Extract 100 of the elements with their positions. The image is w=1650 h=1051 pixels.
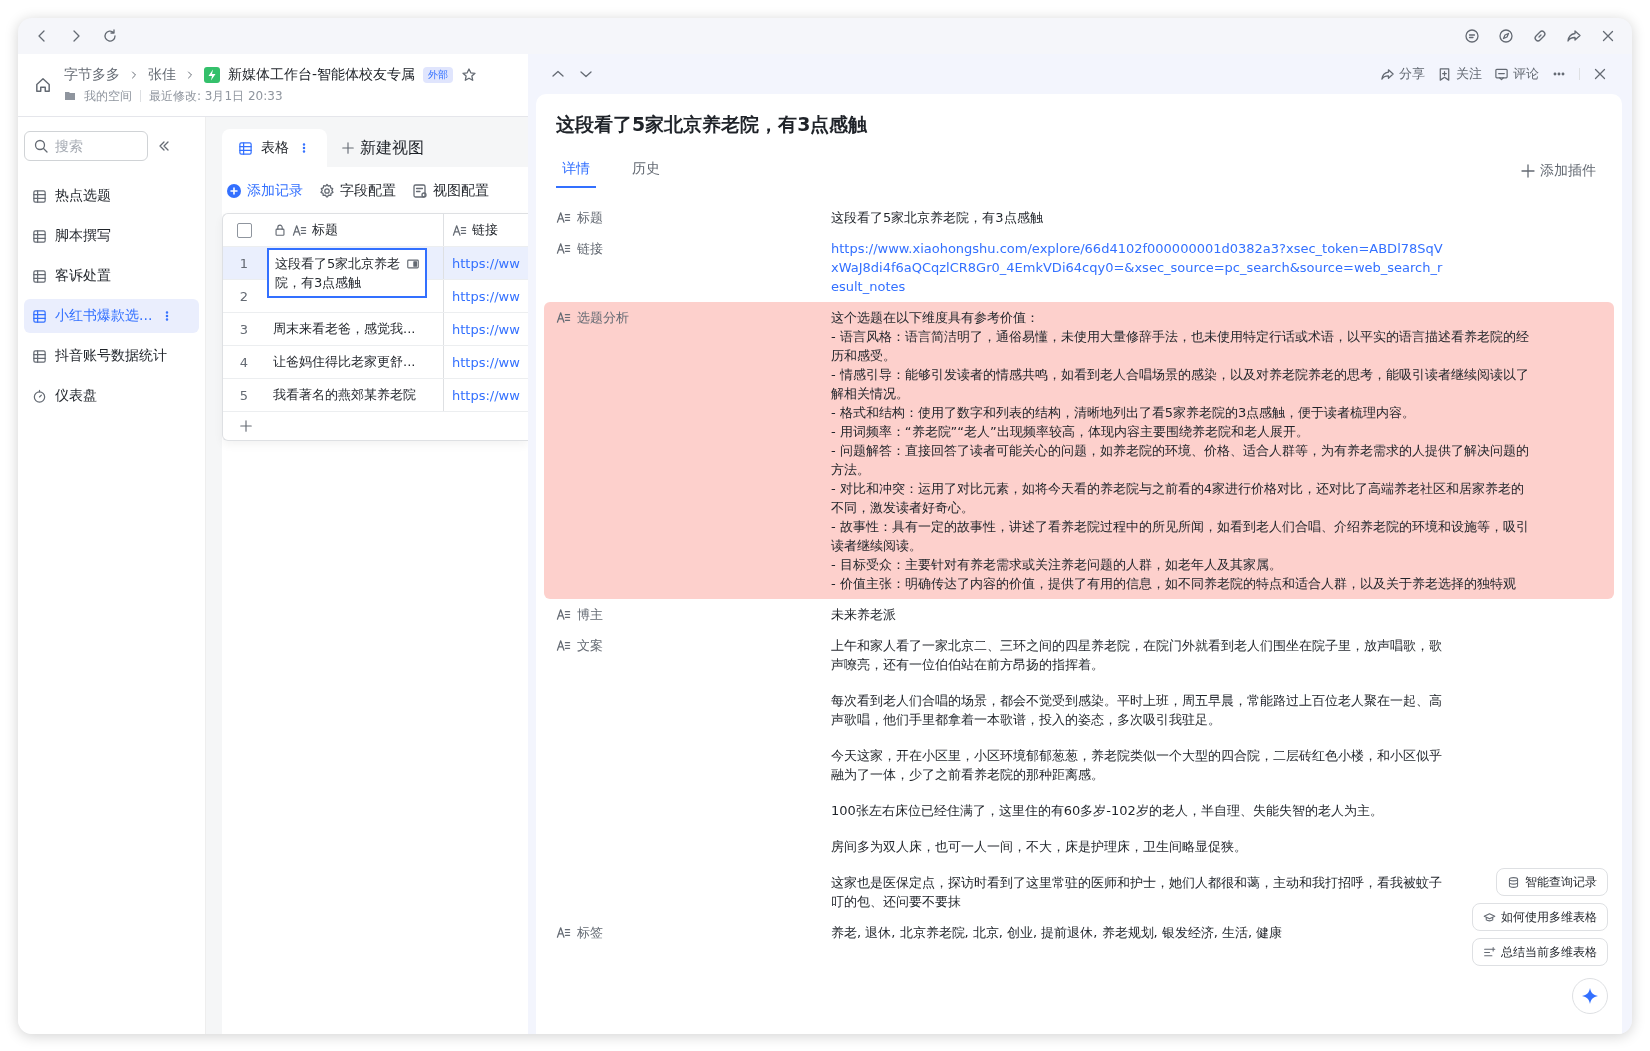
new-view-button[interactable]: 新建视图 <box>341 137 424 159</box>
text-field-icon <box>292 222 307 238</box>
comment-icon <box>1494 66 1509 82</box>
detail-tab[interactable]: 详情 <box>556 159 596 188</box>
view-tab[interactable]: 表格 <box>222 129 327 167</box>
action-button[interactable]: 分享 <box>1380 65 1425 83</box>
field-value: - 情感引导：能够引发读者的情感共鸣，如看到老人合唱场景的感染，以及对养老院养老的思考，能吸引读者继续阅读以了解相关情况。 <box>831 366 1530 403</box>
sidebar-item[interactable]: 小红书爆款选... <box>24 299 199 333</box>
field-value: - 问题解答：直接回答了读者可能关心的问题，如养老院的环境、价格、适合人群等，为有养老需求的人提供了解决问题的方法。 <box>831 442 1530 479</box>
row-number: 3 <box>239 321 249 337</box>
sidebar-item[interactable]: 仪表盘 <box>24 379 199 413</box>
text-field-icon <box>556 210 571 225</box>
folder-icon <box>64 90 76 102</box>
close-icon <box>1592 66 1608 82</box>
assistant-button[interactable]: 如何使用多维表格 <box>1472 903 1608 931</box>
field-label: 文案 <box>577 637 603 655</box>
table-icon <box>32 308 47 324</box>
breadcrumb-link[interactable]: 张佳 <box>148 65 176 84</box>
column-header: 标题 <box>312 221 338 239</box>
add-row-icon <box>239 419 253 433</box>
action-button[interactable]: 评论 <box>1494 65 1539 83</box>
field-value: 未来养老派 <box>831 606 897 624</box>
search-field[interactable]: 搜索 <box>24 131 148 161</box>
text-field-icon <box>556 607 571 622</box>
refresh-icon <box>102 28 118 44</box>
link-cell[interactable]: https://ww <box>452 288 520 304</box>
field-value: 每次看到老人们合唱的场景，都会不觉受到感染。平时上班，周五早晨，常能路过上百位老人聚在一起、高声歌唱，他们手里都拿着一本歌谱，投入的姿态，多次吸引我驻足。 <box>831 692 1443 729</box>
field-value: - 对比和冲突：运用了对比元素，如将今天看的养老院与之前看的4家进行价格对比，还对比了高端养老社区和居家养老的不同，激发读者好奇心。 <box>831 480 1526 517</box>
table-icon <box>32 228 47 244</box>
close-icon <box>1600 28 1616 44</box>
field-value: 100张左右床位已经住满了，这里住的有60多岁-102岁的老人，半自理、失能失智的老人为主。 <box>831 802 1384 820</box>
table-cell: 我看著名的燕郊某养老院 <box>273 386 416 404</box>
cap-icon <box>1483 910 1496 924</box>
summary-icon <box>1483 945 1496 959</box>
table-cell: 让爸妈住得比老家更舒... <box>273 353 416 371</box>
table-icon <box>32 348 47 364</box>
field-label: 标题 <box>577 209 603 227</box>
lock-icon <box>273 223 287 237</box>
breadcrumb-link[interactable]: 字节多多 <box>64 65 120 84</box>
link-cell[interactable]: https://ww <box>452 354 520 370</box>
row-number: 1 <box>239 255 249 271</box>
row-number: 5 <box>239 387 249 403</box>
sidebar-item[interactable]: 热点选题 <box>24 179 199 213</box>
text-field-icon <box>556 638 571 653</box>
cell-editor[interactable]: 这段看了5家北京养老院，有3点感触 <box>267 248 427 298</box>
sparkle-icon <box>1581 987 1599 1005</box>
text-field-icon <box>556 925 571 940</box>
action-button[interactable]: 关注 <box>1437 65 1482 83</box>
field-label: 选题分析 <box>577 309 629 327</box>
table-icon <box>32 188 47 204</box>
external-badge: 外部 <box>423 66 454 83</box>
share-icon <box>1380 66 1395 82</box>
toolbar-button[interactable]: 字段配置 <box>319 182 396 200</box>
breadcrumb-link[interactable]: 新媒体工作台-智能体校友专属 <box>228 65 416 84</box>
home-icon <box>34 76 52 94</box>
field-value: - 目标受众：主要针对有养老需求或关注养老问题的人群，如老年人及其家属。 <box>831 556 1283 574</box>
comment-icon <box>1464 28 1480 44</box>
add-icon <box>226 183 242 199</box>
field-value: 养老, 退休, 北京养老院, 北京, 创业, 提前退休, 养老规划, 银发经济, 生活, 健康 <box>831 924 1284 942</box>
assistant-button[interactable]: 总结当前多维表格 <box>1472 938 1608 966</box>
column-header: 链接 <box>472 221 498 239</box>
location-text: 我的空间 <box>84 87 132 105</box>
table-icon <box>238 140 253 156</box>
link-cell[interactable]: https://ww <box>452 255 520 271</box>
field-value: - 用词频率：“养老院”“老人”出现频率较高，体现内容主要围绕养老院和老人展开。 <box>831 423 1310 441</box>
field-label: 标签 <box>577 924 603 942</box>
sidebar-item[interactable]: 脚本撰写 <box>24 219 199 253</box>
field-value: 这家也是医保定点，探访时看到了这里常驻的医师和护士，她们人都很和蔼，主动和我打招呼，看我被蚊子叮的包、还问要不要抹 <box>831 874 1443 911</box>
sidebar-item[interactable]: 客诉处置 <box>24 259 199 293</box>
modified-time: 最近修改: 3月1日 20:33 <box>149 87 283 105</box>
search-icon <box>33 138 49 154</box>
star-icon <box>461 66 478 83</box>
link-cell[interactable]: https://ww <box>452 387 520 403</box>
field-value: 上午和家人看了一家北京二、三环之间的四星养老院，在院门外就看到老人们围坐在院子里，放声唱歌，歌声嘹亮，还有一位伯伯站在前方昂扬的指挥着。 <box>831 637 1443 674</box>
assistant-button[interactable]: 智能查询记录 <box>1496 868 1608 896</box>
link[interactable]: https://www.xiaohongshu.com/explore/66d4102f000000001d0382a3?xsec_token=ABDl78SqVxWaJ8di4f6aQCqzlCR8Gr0_4EmkVDi64cqy0=&xsec_source=pc_search&source=web_search_result_notes <box>831 239 1446 296</box>
row-number: 2 <box>239 288 249 304</box>
share-icon <box>1566 28 1582 44</box>
sidebar-item[interactable]: 抖音账号数据统计 <box>24 339 199 373</box>
link-cell[interactable]: https://ww <box>452 321 520 337</box>
plus-icon <box>341 141 355 155</box>
table-cell: 周末来看老爸，感觉我... <box>273 320 416 338</box>
toolbar-button[interactable]: 添加记录 <box>226 182 303 200</box>
detail-tab[interactable]: 历史 <box>626 159 666 188</box>
table-icon <box>32 268 47 284</box>
select-all-checkbox[interactable] <box>236 222 252 238</box>
text-field-icon <box>452 222 467 238</box>
field-value: - 格式和结构：使用了数字和列表的结构，清晰地列出了看5家养老院的3点感触，便于读者梳理内容。 <box>831 404 1417 422</box>
record-title: 这段看了5家北京养老院，有3点感触 <box>556 112 869 137</box>
add-plugin-button[interactable]: 添加插件 <box>1514 161 1602 188</box>
link-icon <box>1532 28 1548 44</box>
field-value: 这个选题在以下维度具有参考价值： <box>831 309 1040 327</box>
toolbar-button[interactable]: 视图配置 <box>412 182 489 200</box>
app-icon <box>204 66 220 83</box>
field-value: - 价值主张：明确传达了内容的价值，提供了有用的信息，如不同养老院的特点和适合人群，以及关于养老选择的独特观 <box>831 575 1517 593</box>
compass-icon <box>1498 28 1514 44</box>
field-label: 链接 <box>577 240 603 258</box>
bookmark-icon <box>1437 66 1452 82</box>
field-value: - 故事性：具有一定的故事性，讲述了看养老院过程中的所见所闻，如看到老人们合唱、介绍养老院的环境和设施等，吸引读者继续阅读。 <box>831 518 1530 555</box>
database-icon <box>1507 875 1520 889</box>
